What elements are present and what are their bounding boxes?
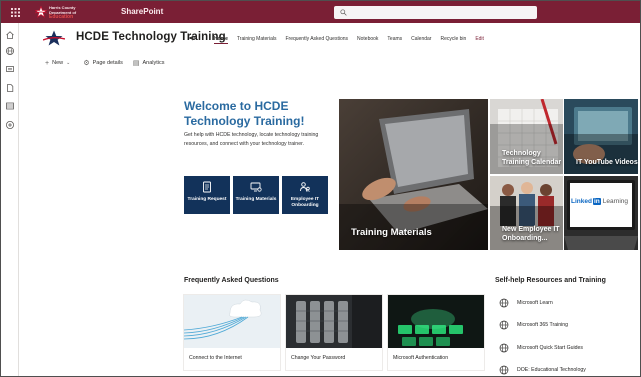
resource-label: Microsoft Learn bbox=[517, 300, 553, 306]
tile-onboarding-caption: New Employee IT Onboarding... bbox=[502, 226, 560, 242]
top-navigation: Home Training Materials Frequently Asked… bbox=[214, 36, 493, 44]
linkedin-learning-photo bbox=[564, 176, 638, 250]
nav-edit[interactable]: Edit bbox=[475, 36, 484, 44]
site-title[interactable]: HCDE Technology Training bbox=[76, 31, 226, 43]
training-materials-button[interactable]: Training Materials bbox=[233, 176, 279, 214]
hero-training-materials[interactable]: Training Materials bbox=[339, 99, 488, 250]
faq-heading: Frequently Asked Questions bbox=[184, 277, 279, 284]
hero-tile-linkedin-learning[interactable]: Linked in Learning bbox=[564, 176, 638, 250]
globe-icon bbox=[499, 320, 509, 330]
faq-card-label: Connect to the Internet bbox=[189, 355, 242, 361]
plus-icon: + bbox=[45, 59, 50, 67]
analytics-icon: ▤ bbox=[132, 60, 140, 67]
app-launcher-icon[interactable] bbox=[1, 1, 29, 23]
search-box[interactable] bbox=[334, 6, 537, 19]
training-request-button[interactable]: Training Request bbox=[184, 176, 230, 214]
people-icon bbox=[300, 182, 310, 192]
hero-tile-onboarding[interactable]: New Employee IT Onboarding... bbox=[490, 176, 563, 250]
faq-card-authentication[interactable]: Microsoft Authentication bbox=[388, 295, 484, 370]
welcome-description: Get help with HCDE technology, locate te… bbox=[184, 132, 319, 147]
star-logo-icon bbox=[35, 6, 47, 18]
training-request-label: Training Request bbox=[187, 197, 227, 202]
faq-card-password[interactable]: Change Your Password bbox=[286, 295, 382, 370]
suite-bar: Harris County Department of Education Sh… bbox=[1, 1, 640, 23]
nav-training-materials[interactable]: Training Materials bbox=[237, 36, 277, 44]
nav-home[interactable]: Home bbox=[214, 36, 228, 44]
home-icon[interactable] bbox=[5, 30, 15, 40]
hero-main-caption: Training Materials bbox=[351, 227, 432, 238]
globe-icon bbox=[499, 365, 509, 375]
command-bar: + New ⌄ ⚙ Page details ▤ Analytics bbox=[45, 59, 175, 68]
employee-it-onboarding-label: Employee IT Onboarding bbox=[290, 197, 320, 208]
employee-it-onboarding-button[interactable]: Employee IT Onboarding bbox=[282, 176, 328, 214]
tile-calendar-caption: Technology Training Calendar bbox=[502, 150, 562, 166]
app-bar bbox=[1, 23, 19, 376]
chevron-down-icon: ⌄ bbox=[66, 60, 71, 66]
add-circle-icon[interactable] bbox=[5, 120, 15, 130]
app-name[interactable]: SharePoint bbox=[121, 7, 163, 16]
resource-link-microsoft-learn[interactable]: Microsoft Learn bbox=[499, 297, 553, 309]
page-details-button[interactable]: ⚙ Page details bbox=[83, 59, 123, 67]
settings-icon: ⚙ bbox=[83, 60, 90, 67]
analytics-button[interactable]: ▤ Analytics bbox=[133, 59, 165, 67]
hero-tile-youtube[interactable]: IT YouTube Videos bbox=[564, 99, 638, 174]
logo-text: Harris County Department of Education bbox=[49, 4, 77, 20]
speaker-icon[interactable] bbox=[189, 35, 196, 41]
analytics-label: Analytics bbox=[142, 60, 165, 66]
welcome-title: Welcome to HCDE Technology Training! bbox=[184, 99, 305, 128]
faq-card-label: Change Your Password bbox=[291, 355, 346, 361]
list-icon[interactable] bbox=[5, 101, 15, 111]
hero-tile-calendar[interactable]: Technology Training Calendar bbox=[490, 99, 563, 174]
nav-calendar[interactable]: Calendar bbox=[411, 36, 431, 44]
nav-notebook[interactable]: Notebook bbox=[357, 36, 378, 44]
page-details-label: Page details bbox=[92, 60, 123, 66]
resources-heading: Self-help Resources and Training bbox=[495, 277, 606, 284]
globe-icon bbox=[499, 343, 509, 353]
document-icon bbox=[203, 181, 211, 193]
globe-icon[interactable] bbox=[5, 46, 15, 56]
resource-label: Microsoft 365 Training bbox=[517, 322, 569, 328]
nav-recycle-bin[interactable]: Recycle bin bbox=[440, 36, 466, 44]
resource-link-doe-edtech[interactable]: DOE: Educational Technology bbox=[499, 364, 586, 376]
faq-card-internet[interactable]: Connect to the Internet bbox=[184, 295, 280, 370]
tile-youtube-caption: IT YouTube Videos bbox=[576, 159, 638, 166]
cloud-network-image bbox=[184, 295, 280, 348]
search-icon bbox=[340, 9, 347, 16]
new-label: New bbox=[52, 60, 64, 66]
nav-teams[interactable]: Teams bbox=[387, 36, 402, 44]
sharepoint-page: Harris County Department of Education Sh… bbox=[0, 0, 641, 377]
resource-link-quick-start[interactable]: Microsoft Quick Start Guides bbox=[499, 342, 583, 354]
keyboard-image bbox=[388, 295, 484, 348]
site-logo-icon[interactable] bbox=[43, 30, 65, 46]
resource-label: Microsoft Quick Start Guides bbox=[517, 345, 584, 351]
faq-card-label: Microsoft Authentication bbox=[393, 355, 449, 361]
linkedin-learning-logo: Linked in Learning bbox=[571, 198, 629, 205]
lock-image bbox=[286, 295, 382, 348]
organization-logo[interactable]: Harris County Department of Education bbox=[35, 4, 79, 20]
new-button[interactable]: + New ⌄ bbox=[45, 60, 73, 67]
resource-link-m365-training[interactable]: Microsoft 365 Training bbox=[499, 319, 568, 331]
nav-faq[interactable]: Frequently Asked Questions bbox=[285, 36, 348, 44]
news-icon[interactable] bbox=[5, 64, 15, 74]
globe-icon bbox=[499, 298, 509, 308]
resource-label: DOE: Educational Technology bbox=[517, 367, 586, 373]
monitor-settings-icon bbox=[250, 182, 262, 192]
file-icon[interactable] bbox=[5, 83, 15, 93]
training-materials-label: Training Materials bbox=[235, 197, 277, 202]
